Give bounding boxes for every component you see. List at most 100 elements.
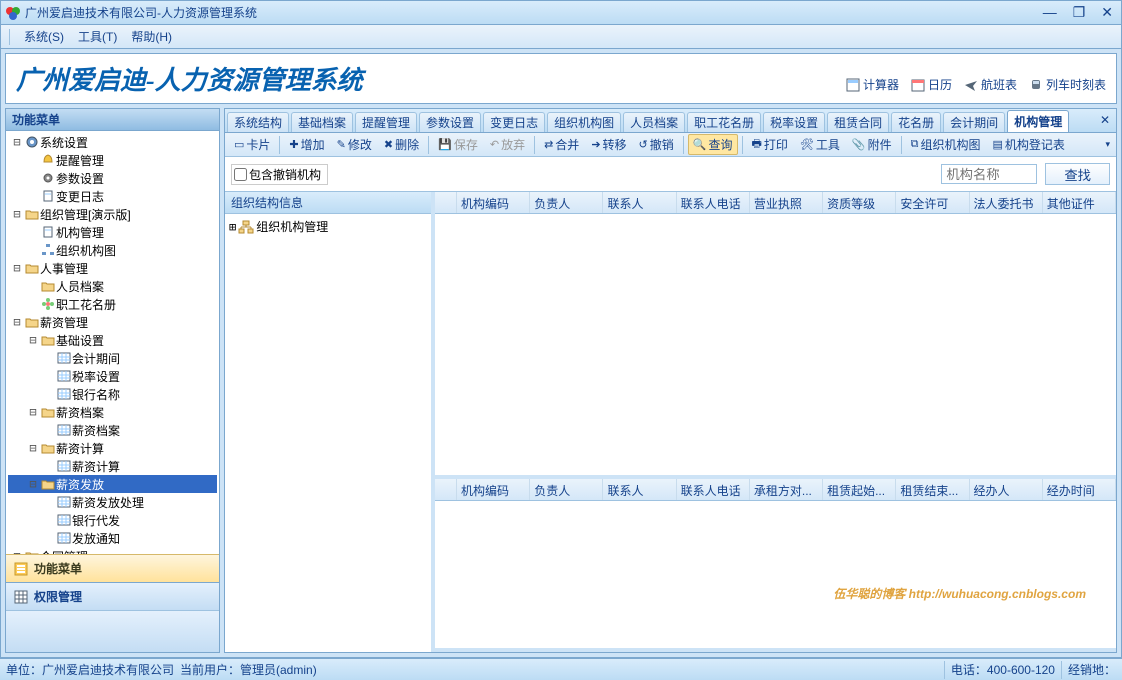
tree-item[interactable]: 组织机构图 [8, 241, 217, 259]
toolbar-del-button[interactable]: ✖删除 [379, 134, 424, 155]
tab-11[interactable]: 会计期间 [943, 112, 1005, 132]
column-header[interactable]: 安全许可 [896, 192, 969, 213]
column-header[interactable]: 联系人 [603, 479, 676, 500]
tree-item[interactable]: 薪资档案 [8, 421, 217, 439]
tree-toggle-icon[interactable] [26, 189, 40, 203]
tree-item[interactable]: ⊟薪资档案 [8, 403, 217, 421]
toolbar-card-button[interactable]: ▭卡片 [229, 134, 275, 155]
tab-7[interactable]: 职工花名册 [687, 112, 761, 132]
tree-item[interactable]: 银行代发 [8, 511, 217, 529]
tree-item[interactable]: ⊟系统设置 [8, 133, 217, 151]
include-revoked-input[interactable] [234, 168, 247, 181]
toolbar-orgchart-button[interactable]: ⧉组织机构图 [906, 134, 986, 155]
function-tree[interactable]: ⊟系统设置 提醒管理 参数设置 变更日志⊟组织管理[演示版] 机构管理 组织机构… [6, 131, 219, 554]
tab-4[interactable]: 变更日志 [483, 112, 545, 132]
tree-item[interactable]: 会计期间 [8, 349, 217, 367]
tree-item[interactable]: 提醒管理 [8, 151, 217, 169]
toolbar-attach-button[interactable]: 📎附件 [847, 134, 897, 155]
tree-toggle-icon[interactable]: ⊟ [26, 477, 40, 491]
column-header[interactable]: 法人委托书 [970, 192, 1043, 213]
tree-toggle-icon[interactable]: ⊟ [10, 135, 24, 149]
tree-toggle-icon[interactable]: ⊟ [26, 441, 40, 455]
tree-item[interactable]: ⊟基础设置 [8, 331, 217, 349]
org-name-input[interactable] [941, 164, 1037, 184]
tab-10[interactable]: 花名册 [891, 112, 941, 132]
column-header[interactable]: 经办人 [970, 479, 1043, 500]
tree-toggle-icon[interactable] [42, 423, 56, 437]
tree-toggle-icon[interactable] [42, 351, 56, 365]
tab-5[interactable]: 组织机构图 [547, 112, 621, 132]
tree-toggle-icon[interactable] [42, 369, 56, 383]
tree-item[interactable]: 机构管理 [8, 223, 217, 241]
grid-upper-body[interactable] [435, 214, 1116, 475]
tab-6[interactable]: 人员档案 [623, 112, 685, 132]
column-header[interactable]: 营业执照 [750, 192, 823, 213]
link-calendar[interactable]: 日历 [911, 76, 952, 93]
tree-toggle-icon[interactable] [26, 153, 40, 167]
tree-item[interactable]: 薪资发放处理 [8, 493, 217, 511]
tree-item[interactable]: ⊟薪资计算 [8, 439, 217, 457]
tree-toggle-icon[interactable] [42, 495, 56, 509]
column-header[interactable]: 联系人 [603, 192, 676, 213]
tree-toggle-icon[interactable]: ⊟ [26, 333, 40, 347]
tree-item[interactable]: ⊟薪资发放 [8, 475, 217, 493]
link-trains[interactable]: 列车时刻表 [1029, 76, 1106, 93]
include-revoked-checkbox[interactable]: 包含撤销机构 [231, 164, 328, 185]
tree-toggle-icon[interactable] [26, 243, 40, 257]
expand-icon[interactable]: ⊞ [229, 220, 236, 234]
toolbar-tool-button[interactable]: 🛠工具 [795, 134, 845, 155]
tab-0[interactable]: 系统结构 [227, 112, 289, 132]
tab-1[interactable]: 基础档案 [291, 112, 353, 132]
column-header[interactable]: 联系人电话 [677, 479, 750, 500]
minimize-button[interactable]: — [1039, 4, 1061, 21]
toolbar-edit-button[interactable]: ✎修改 [332, 134, 377, 155]
toolbar-search-button[interactable]: 🔍查询 [688, 134, 738, 155]
column-header[interactable]: 承租方对... [750, 479, 823, 500]
tree-toggle-icon[interactable] [26, 297, 40, 311]
toolbar-merge-button[interactable]: ⇄合并 [539, 134, 584, 155]
column-header[interactable]: 其他证件 [1043, 192, 1116, 213]
column-header[interactable]: 机构编码 [457, 192, 530, 213]
toolbar-add-button[interactable]: ✚增加 [284, 134, 329, 155]
tree-item[interactable]: 参数设置 [8, 169, 217, 187]
org-tree-root[interactable]: ⊞ 组织机构管理 [229, 218, 427, 235]
tree-toggle-icon[interactable] [42, 531, 56, 545]
tab-12[interactable]: 机构管理 [1007, 110, 1069, 132]
toolbar-revoke-button[interactable]: ↺撤销 [634, 134, 679, 155]
tree-toggle-icon[interactable] [26, 225, 40, 239]
menu-tools[interactable]: 工具(T) [78, 28, 117, 45]
tree-toggle-icon[interactable]: ⊟ [26, 405, 40, 419]
tab-3[interactable]: 参数设置 [419, 112, 481, 132]
tree-item[interactable]: 职工花名册 [8, 295, 217, 313]
column-header[interactable]: 联系人电话 [677, 192, 750, 213]
tree-toggle-icon[interactable]: ⊟ [10, 315, 24, 329]
nav-permission[interactable]: 权限管理 [6, 582, 219, 610]
tree-item[interactable]: 银行名称 [8, 385, 217, 403]
column-header[interactable]: 租赁起始... [823, 479, 896, 500]
column-header[interactable]: 机构编码 [457, 479, 530, 500]
tree-toggle-icon[interactable]: ⊟ [10, 261, 24, 275]
nav-function-menu[interactable]: 功能菜单 [6, 554, 219, 582]
tree-item[interactable]: ⊟薪资管理 [8, 313, 217, 331]
tree-toggle-icon[interactable] [42, 459, 56, 473]
tree-item[interactable]: ⊟人事管理 [8, 259, 217, 277]
tree-item[interactable]: ⊞合同管理 [8, 547, 217, 554]
menu-help[interactable]: 帮助(H) [131, 28, 172, 45]
column-header[interactable]: 租赁结束... [896, 479, 969, 500]
toolbar-move-button[interactable]: ➔转移 [586, 134, 631, 155]
tree-toggle-icon[interactable] [42, 387, 56, 401]
column-header[interactable]: 负责人 [530, 479, 603, 500]
tree-item[interactable]: 人员档案 [8, 277, 217, 295]
column-header[interactable]: 资质等级 [823, 192, 896, 213]
tab-9[interactable]: 租赁合同 [827, 112, 889, 132]
link-flights[interactable]: 航班表 [964, 76, 1017, 93]
tree-toggle-icon[interactable] [26, 279, 40, 293]
tab-close-icon[interactable]: ✕ [1100, 113, 1110, 127]
tree-item[interactable]: 税率设置 [8, 367, 217, 385]
close-button[interactable]: ✕ [1097, 4, 1117, 21]
tree-item[interactable]: 发放通知 [8, 529, 217, 547]
column-header[interactable]: 负责人 [530, 192, 603, 213]
tree-item[interactable]: 薪资计算 [8, 457, 217, 475]
tab-8[interactable]: 税率设置 [763, 112, 825, 132]
tree-toggle-icon[interactable] [26, 171, 40, 185]
